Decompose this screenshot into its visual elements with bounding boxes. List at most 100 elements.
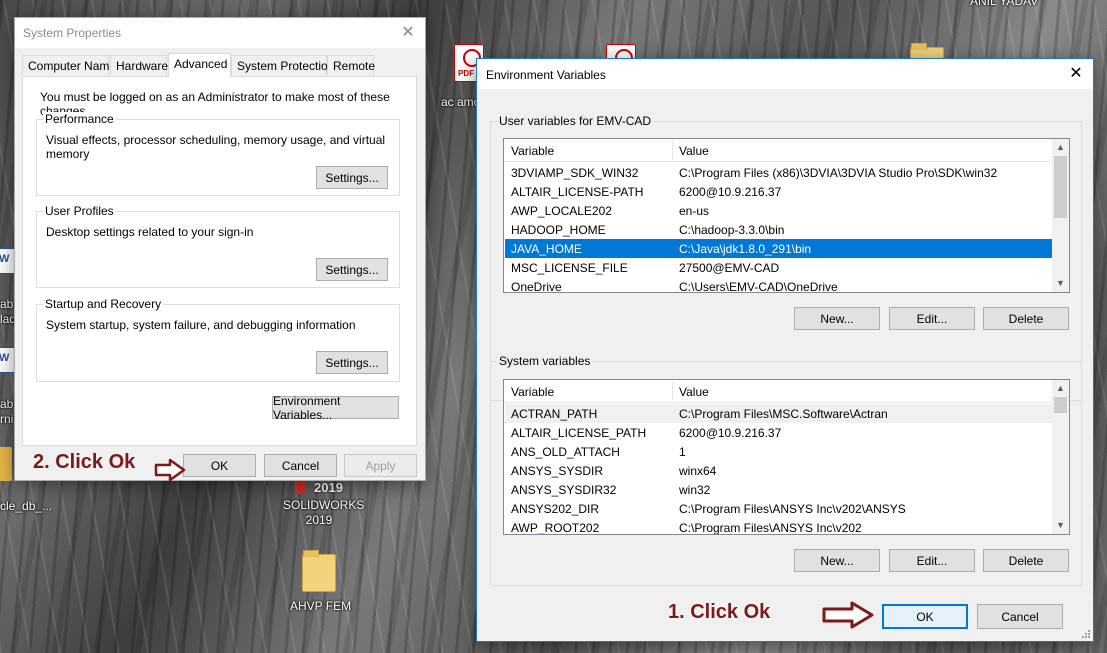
- user-profiles-settings-button[interactable]: Settings...: [316, 258, 388, 281]
- system-variable-row[interactable]: ALTAIR_LICENSE_PATH 6200@10.9.216.37: [505, 423, 1052, 442]
- variable-value: 6200@10.9.216.37: [679, 185, 782, 199]
- variable-name: ANS_OLD_ATTACH: [511, 445, 620, 459]
- variable-name: ALTAIR_LICENSE_PATH: [511, 426, 647, 440]
- system-edit-button[interactable]: Edit...: [889, 549, 975, 572]
- ev-cancel-button[interactable]: Cancel: [977, 604, 1063, 629]
- column-variable[interactable]: Variable: [511, 144, 554, 158]
- desktop-user-label: ANIL YADAV: [970, 0, 1039, 8]
- performance-desc: Visual effects, processor scheduling, me…: [46, 133, 386, 161]
- environment-variables-window: Environment Variables ✕ User variables f…: [476, 58, 1094, 642]
- desktop-icon-folder[interactable]: [302, 550, 336, 596]
- scroll-thumb[interactable]: [1054, 156, 1067, 218]
- variable-name: ALTAIR_LICENSE-PATH: [511, 185, 644, 199]
- desktop-icon-label: AHVP FEM: [290, 599, 352, 613]
- variable-value: C:\Program Files (x86)\3DVIA\3DVIA Studi…: [679, 166, 998, 180]
- system-variables-label: System variables: [497, 354, 593, 368]
- tab-advanced[interactable]: Advanced: [168, 53, 231, 77]
- variable-name: 3DVIAMP_SDK_WIN32: [511, 166, 639, 180]
- solidworks-badge: 2019: [314, 480, 343, 495]
- system-variable-row[interactable]: ACTRAN_PATH C:\Program Files\MSC.Software…: [505, 404, 1052, 423]
- annotation-step1: 1. Click Ok: [668, 601, 771, 623]
- tab-computer-name[interactable]: Computer Name: [22, 55, 116, 75]
- user-variables-list[interactable]: Variable Value 3DVIAMP_SDK_WIN32 C:\Progr…: [503, 138, 1070, 293]
- tab-hardware[interactable]: Hardware: [110, 55, 168, 75]
- user-variables-label: User variables for EMV-CAD: [497, 114, 654, 128]
- user-variable-row[interactable]: HADOOP_HOME C:\hadoop-3.3.0\bin: [505, 220, 1052, 239]
- desktop-icon-label: rni: [0, 412, 14, 426]
- variable-value: winx64: [679, 464, 717, 478]
- variable-value: C:\hadoop-3.3.0\bin: [679, 223, 785, 237]
- user-new-button[interactable]: New...: [794, 307, 880, 330]
- variable-value: win32: [679, 483, 711, 497]
- system-variable-row[interactable]: ANS_OLD_ATTACH 1: [505, 442, 1052, 461]
- list-header: Variable Value: [504, 139, 1052, 162]
- variable-name: ANSYS_SYSDIR32: [511, 483, 617, 497]
- scroll-down-icon[interactable]: ▼: [1052, 275, 1069, 292]
- tab-remote[interactable]: Remote: [327, 55, 375, 75]
- variable-name: ANSYS202_DIR: [511, 502, 600, 516]
- variable-name: OneDrive: [511, 280, 562, 293]
- user-edit-button[interactable]: Edit...: [889, 307, 975, 330]
- system-variable-row[interactable]: AWP_ROOT202 C:\Program Files\ANSYS Inc\v2…: [505, 518, 1052, 535]
- window-title: System Properties: [23, 26, 122, 40]
- user-variable-row[interactable]: JAVA_HOME C:\Java\jdk1.8.0_291\bin: [505, 239, 1052, 258]
- performance-settings-button[interactable]: Settings...: [316, 166, 388, 189]
- desktop-icon-label: SOLIDWORKS 2019: [283, 498, 365, 527]
- scroll-up-icon[interactable]: ▲: [1052, 380, 1069, 397]
- startup-recovery-desc: System startup, system failure, and debu…: [46, 318, 356, 332]
- window-title: Environment Variables: [486, 68, 606, 82]
- variable-name: JAVA_HOME: [511, 242, 582, 256]
- sp-cancel-button[interactable]: Cancel: [264, 454, 337, 477]
- user-profiles-group: User Profiles Desktop settings related t…: [36, 204, 400, 288]
- user-delete-button[interactable]: Delete: [983, 307, 1069, 330]
- system-delete-button[interactable]: Delete: [983, 549, 1069, 572]
- user-variable-row[interactable]: OneDrive C:\Users\EMV-CAD\OneDrive: [505, 277, 1052, 293]
- system-variable-row[interactable]: ANSYS202_DIR C:\Program Files\ANSYS Inc\v…: [505, 499, 1052, 518]
- desktop-icon-label: ac amc: [441, 95, 480, 109]
- system-variable-row[interactable]: ANSYS_SYSDIR32 win32: [505, 480, 1052, 499]
- user-variable-row[interactable]: 3DVIAMP_SDK_WIN32 C:\Program Files (x86)\…: [505, 163, 1052, 182]
- user-variable-row[interactable]: AWP_LOCALE202 en-us: [505, 201, 1052, 220]
- title-bar[interactable]: System Properties ✕: [15, 18, 425, 48]
- user-profiles-desc: Desktop settings related to your sign-in: [46, 225, 254, 239]
- variable-value: C:\Java\jdk1.8.0_291\bin: [679, 242, 812, 256]
- sp-ok-button[interactable]: OK: [183, 454, 256, 477]
- column-value[interactable]: Value: [679, 144, 709, 158]
- scroll-down-icon[interactable]: ▼: [1052, 517, 1069, 534]
- column-value[interactable]: Value: [679, 385, 709, 399]
- column-variable[interactable]: Variable: [511, 385, 554, 399]
- list-header: Variable Value: [504, 380, 1052, 403]
- resize-grip-icon[interactable]: [1080, 628, 1090, 638]
- scroll-thumb[interactable]: [1054, 397, 1067, 413]
- folder-icon: [302, 550, 336, 592]
- variable-value: 1: [679, 445, 686, 459]
- close-icon[interactable]: ✕: [1059, 59, 1093, 89]
- variable-value: C:\Program Files\MSC.Software\Actran: [679, 407, 888, 421]
- sp-apply-button[interactable]: Apply: [344, 454, 417, 477]
- annotation-arrow-step1: [822, 601, 874, 629]
- scroll-up-icon[interactable]: ▲: [1052, 139, 1069, 156]
- user-list-scrollbar[interactable]: ▲ ▼: [1052, 139, 1069, 292]
- close-icon[interactable]: ✕: [391, 18, 425, 48]
- annotation-step2: 2. Click Ok: [33, 451, 136, 473]
- user-variable-row[interactable]: MSC_LICENSE_FILE 27500@EMV-CAD: [505, 258, 1052, 277]
- tab-system-protection[interactable]: System Protection: [231, 55, 334, 75]
- title-bar[interactable]: Environment Variables ✕: [477, 59, 1093, 89]
- user-profiles-label: User Profiles: [43, 204, 116, 218]
- variable-name: AWP_ROOT202: [511, 521, 600, 535]
- performance-label: Performance: [43, 112, 116, 126]
- desktop-icon-label: cle_db_...: [0, 499, 53, 513]
- ev-ok-button[interactable]: OK: [882, 604, 968, 629]
- startup-recovery-label: Startup and Recovery: [43, 297, 164, 311]
- system-list-scrollbar[interactable]: ▲ ▼: [1052, 380, 1069, 534]
- system-new-button[interactable]: New...: [794, 549, 880, 572]
- desktop-icon-solidworks[interactable]: 2019: [296, 480, 346, 498]
- variable-value: C:\Program Files\ANSYS Inc\v202: [679, 521, 862, 535]
- system-variable-row[interactable]: ANSYS_SYSDIR winx64: [505, 461, 1052, 480]
- environment-variables-button[interactable]: Environment Variables...: [272, 394, 399, 422]
- startup-recovery-settings-button[interactable]: Settings...: [316, 351, 388, 374]
- user-variable-row[interactable]: ALTAIR_LICENSE-PATH 6200@10.9.216.37: [505, 182, 1052, 201]
- performance-group: Performance Visual effects, processor sc…: [36, 112, 400, 196]
- system-variables-list[interactable]: Variable Value ACTRAN_PATH C:\Program Fil…: [503, 379, 1070, 535]
- variable-value: C:\Program Files\ANSYS Inc\v202\ANSYS: [679, 502, 906, 516]
